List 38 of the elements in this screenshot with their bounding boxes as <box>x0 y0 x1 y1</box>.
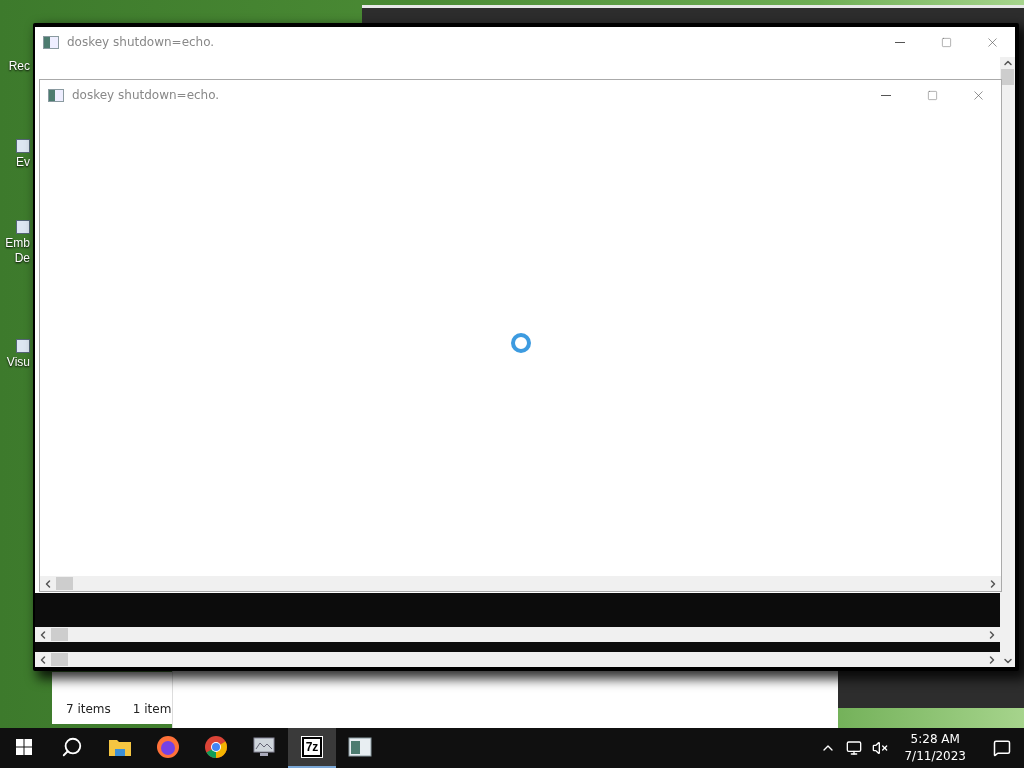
browser-circle-icon <box>204 735 228 759</box>
taskbar-app-button[interactable]: 7z <box>288 728 336 768</box>
search-icon <box>61 736 83 758</box>
window-icon <box>348 737 372 757</box>
maximize-icon <box>940 36 952 48</box>
folder-icon <box>108 737 132 757</box>
window-title: doskey shutdown=echo. <box>67 35 216 49</box>
fox-globe-icon <box>156 735 180 759</box>
muted-speaker-icon <box>872 740 889 756</box>
scroll-thumb[interactable] <box>1001 69 1014 85</box>
scroll-thumb[interactable] <box>51 628 68 641</box>
windows-logo-icon <box>16 739 32 755</box>
horizontal-scrollbar[interactable] <box>35 652 1000 667</box>
desktop-icon-label[interactable]: Visu <box>6 355 30 370</box>
archive-logo: 7z <box>301 737 323 757</box>
window-title: doskey shutdown=echo. <box>72 88 221 102</box>
shortcut-icon[interactable] <box>16 339 30 353</box>
desktop-icon-label[interactable]: De <box>14 251 30 266</box>
status-text: 1 item <box>132 702 172 716</box>
shortcut-icon[interactable] <box>16 220 30 234</box>
desktop-icon-label[interactable]: Emb <box>5 236 30 251</box>
minimize-icon <box>881 94 891 96</box>
notification-icon <box>993 739 1011 757</box>
maximize-icon <box>926 89 938 101</box>
desktop-icon-label[interactable]: Ev <box>16 155 30 170</box>
monitor-icon <box>252 736 276 758</box>
status-text: 7 items <box>66 702 111 716</box>
network-icon <box>846 740 863 756</box>
console-icon <box>43 35 59 49</box>
horizontal-scrollbar[interactable] <box>40 576 1001 591</box>
scroll-thumb[interactable] <box>51 653 68 666</box>
minimize-icon <box>895 41 905 43</box>
shortcut-icon[interactable] <box>16 139 30 153</box>
clock[interactable]: 5:28 AM 7/11/2023 <box>896 731 974 765</box>
desktop-icon-label[interactable]: Rec <box>8 59 30 74</box>
horizontal-scrollbar[interactable] <box>35 627 1000 642</box>
scroll-thumb[interactable] <box>56 577 73 590</box>
console-icon <box>48 88 64 102</box>
